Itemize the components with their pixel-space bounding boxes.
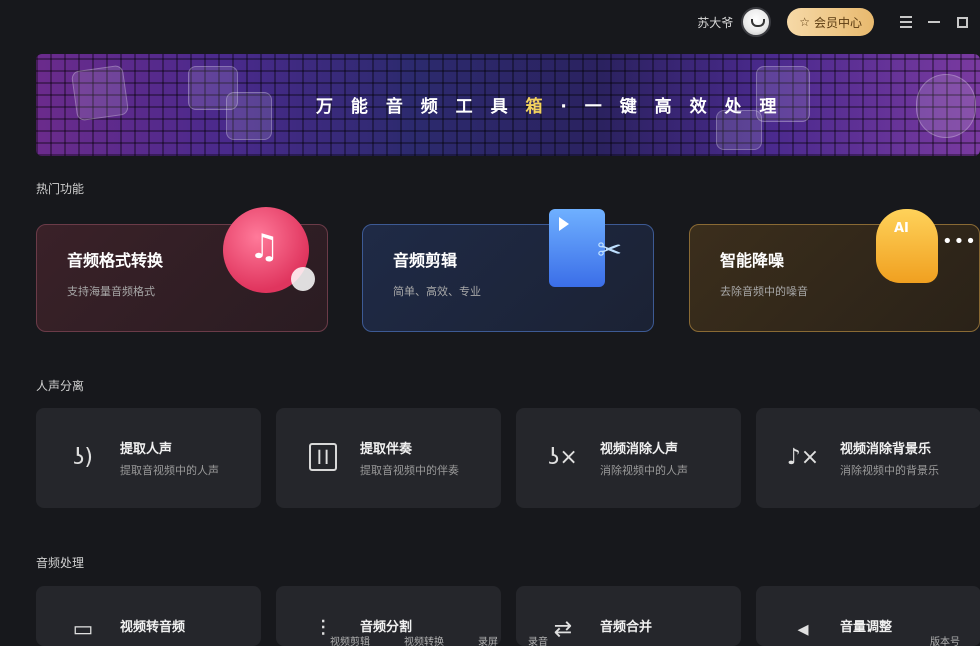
status-screen-record-link[interactable]: 录屏 [478,633,498,646]
audio-format-convert-card[interactable]: 音频格式转换 支持海量音频格式 ♫ [36,207,328,332]
maximize-button[interactable] [948,8,976,36]
status-video-edit-link[interactable]: 视频剪辑 [330,633,370,646]
smart-denoise-card[interactable]: 智能降噪 去除音频中的噪音 AI ••• [689,209,980,332]
extract-vocal-card[interactable]: ʖ) 提取人声 提取音视频中的人声 [36,408,261,508]
vip-center-button[interactable]: ☆ 会员中心 [787,8,874,36]
music-file-icon [70,64,130,122]
ai-head-icon: AI ••• [876,209,976,283]
minimize-icon [928,21,940,23]
extract-accompaniment-card[interactable]: ┃┃ 提取伴奏 提取音视频中的伴奏 [276,408,501,508]
menu-button[interactable] [892,8,920,36]
screen-record-icon [716,110,762,150]
banner-title-prefix: 万 能 音 频 工 具 [316,97,526,117]
banner-title: 万 能 音 频 工 具 箱 · 一 键 高 效 处 理 [316,92,782,117]
waveform-icon: ┃┃ [306,440,340,474]
tool-title: 提取伴奏 [360,442,413,457]
music-convert-icon: ♫ [223,207,315,293]
menu-icon [900,16,912,28]
voice-remove-icon: ʖ× [548,444,578,470]
minimize-button[interactable] [920,8,948,36]
audio-edit-card[interactable]: 音频剪辑 简单、高效、专业 ✂ [362,209,654,332]
username: 苏大爷 [697,15,734,30]
tool-subtitle: 提取音视频中的人声 [120,464,219,477]
banner-title-highlight: 箱 [525,97,549,117]
maximize-icon [956,16,968,28]
microphone-icon [756,66,810,122]
card-subtitle: 去除音频中的噪音 [720,285,808,298]
status-bar: 视频剪辑 视频转换 录屏 录音 版本号 [0,630,980,646]
title-bar: 苏大爷 ☆ 会员中心 [0,0,980,44]
tool-subtitle: 消除视频中的背景乐 [840,464,939,477]
section-title-vocal: 人声分离 [36,379,85,393]
avatar[interactable] [741,7,772,37]
section-title-audio: 音频处理 [36,556,85,570]
voice-head-icon: ʖ) [73,444,93,470]
crown-icon: ☆ [799,15,810,29]
tool-subtitle: 提取音视频中的伴奏 [360,464,459,477]
tool-title: 视频消除背景乐 [840,442,932,457]
vip-center-label: 会员中心 [813,15,862,30]
music-remove-icon: ♪× [786,444,820,470]
status-record-audio-link[interactable]: 录音 [528,633,548,646]
status-video-convert-link[interactable]: 视频转换 [404,633,444,646]
ai-head-icon [916,74,976,138]
video-play-icon [226,92,272,140]
section-title-hot: 热门功能 [36,182,85,196]
tool-title: 视频消除人声 [600,442,679,457]
tool-title: 提取人声 [120,442,173,457]
promo-banner[interactable]: 万 能 音 频 工 具 箱 · 一 键 高 效 处 理 [36,54,980,156]
ai-badge: AI [894,221,909,236]
video-remove-bgm-card[interactable]: ♪× 视频消除背景乐 消除视频中的背景乐 [756,408,980,508]
version-label: 版本号 [930,637,960,646]
scissors-file-icon: ✂ [549,209,622,287]
tool-subtitle: 消除视频中的人声 [600,464,688,477]
video-remove-vocal-card[interactable]: ʖ× 视频消除人声 消除视频中的人声 [516,408,741,508]
